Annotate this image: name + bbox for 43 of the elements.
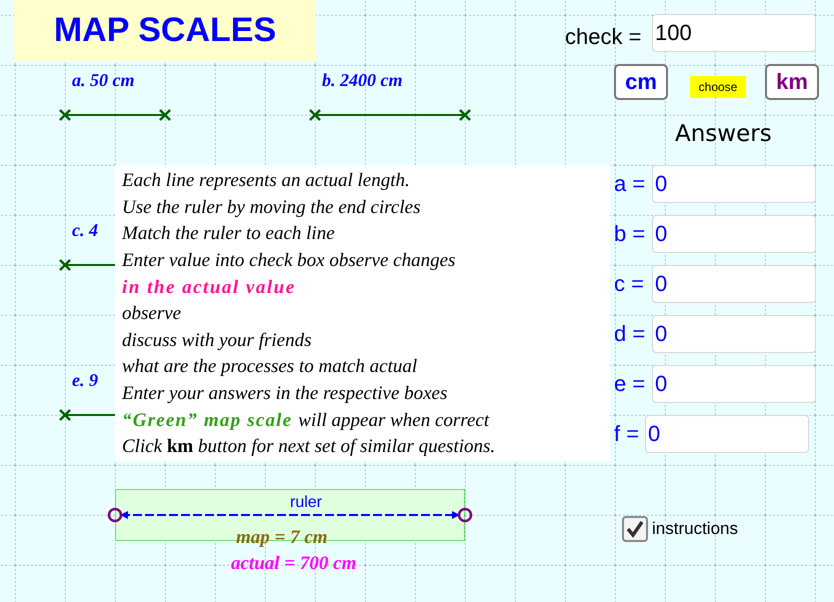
instruction-text: will appear when correct bbox=[298, 410, 490, 432]
title: MAP SCALES bbox=[54, 11, 276, 50]
ruler-handle[interactable] bbox=[458, 508, 472, 522]
instruction-text: Each line represents an actual length. bbox=[122, 170, 410, 192]
instruction-text: “Green” map scale bbox=[122, 410, 292, 432]
answer-input-field[interactable]: 0 bbox=[652, 215, 816, 253]
answer-label: c = bbox=[614, 271, 644, 297]
line-label: e. 9 bbox=[72, 370, 98, 391]
line-label: b. 2400 cm bbox=[322, 70, 402, 91]
instruction-text: Enter your answers in the respective boxes bbox=[122, 383, 448, 406]
check-input-field[interactable]: 100 bbox=[652, 14, 816, 52]
instruction-text: Enter value into check box observe changes bbox=[122, 250, 456, 272]
answer-input-field[interactable]: 0 bbox=[652, 315, 816, 353]
unit-button[interactable]: km bbox=[765, 64, 819, 100]
answer-input-field[interactable]: 0 bbox=[652, 165, 816, 203]
instruction-text: Match the ruler to each line bbox=[122, 223, 335, 246]
instruction-text: Click km button for next set of similar questions. bbox=[122, 436, 496, 458]
choose-button[interactable]: choose bbox=[690, 76, 746, 98]
actual-length-text: actual = 700 cm bbox=[231, 553, 356, 575]
answer-label: a = bbox=[614, 171, 646, 197]
instructions-label: instructions bbox=[652, 519, 738, 539]
answer-label: d = bbox=[614, 321, 646, 347]
answer-label: e = bbox=[614, 371, 646, 397]
answer-input-field[interactable]: 0 bbox=[645, 415, 809, 453]
instruction-text: what are the processes to match actual bbox=[122, 356, 418, 378]
unit-button[interactable]: cm bbox=[614, 64, 668, 100]
instructions-checkbox[interactable] bbox=[622, 516, 648, 542]
map-line bbox=[58, 258, 115, 272]
ruler-label: ruler bbox=[290, 494, 322, 512]
ruler-handle[interactable] bbox=[108, 508, 122, 522]
instruction-text: Use the ruler by moving the end circles bbox=[122, 196, 420, 219]
answer-label: b = bbox=[614, 221, 646, 247]
answer-label: f = bbox=[614, 421, 640, 447]
instruction-text: observe bbox=[122, 303, 182, 326]
line-label: a. 50 cm bbox=[72, 70, 134, 91]
answer-input-field[interactable]: 0 bbox=[652, 265, 816, 303]
instruction-text: in the actual value bbox=[122, 276, 296, 299]
check-label: check = bbox=[565, 24, 642, 50]
map-line bbox=[58, 408, 115, 422]
line-label: c. 4 bbox=[72, 220, 98, 241]
answers-heading: Answers bbox=[675, 121, 772, 147]
instruction-text: discuss with your friends bbox=[122, 330, 312, 352]
answer-input-field[interactable]: 0 bbox=[652, 365, 816, 403]
